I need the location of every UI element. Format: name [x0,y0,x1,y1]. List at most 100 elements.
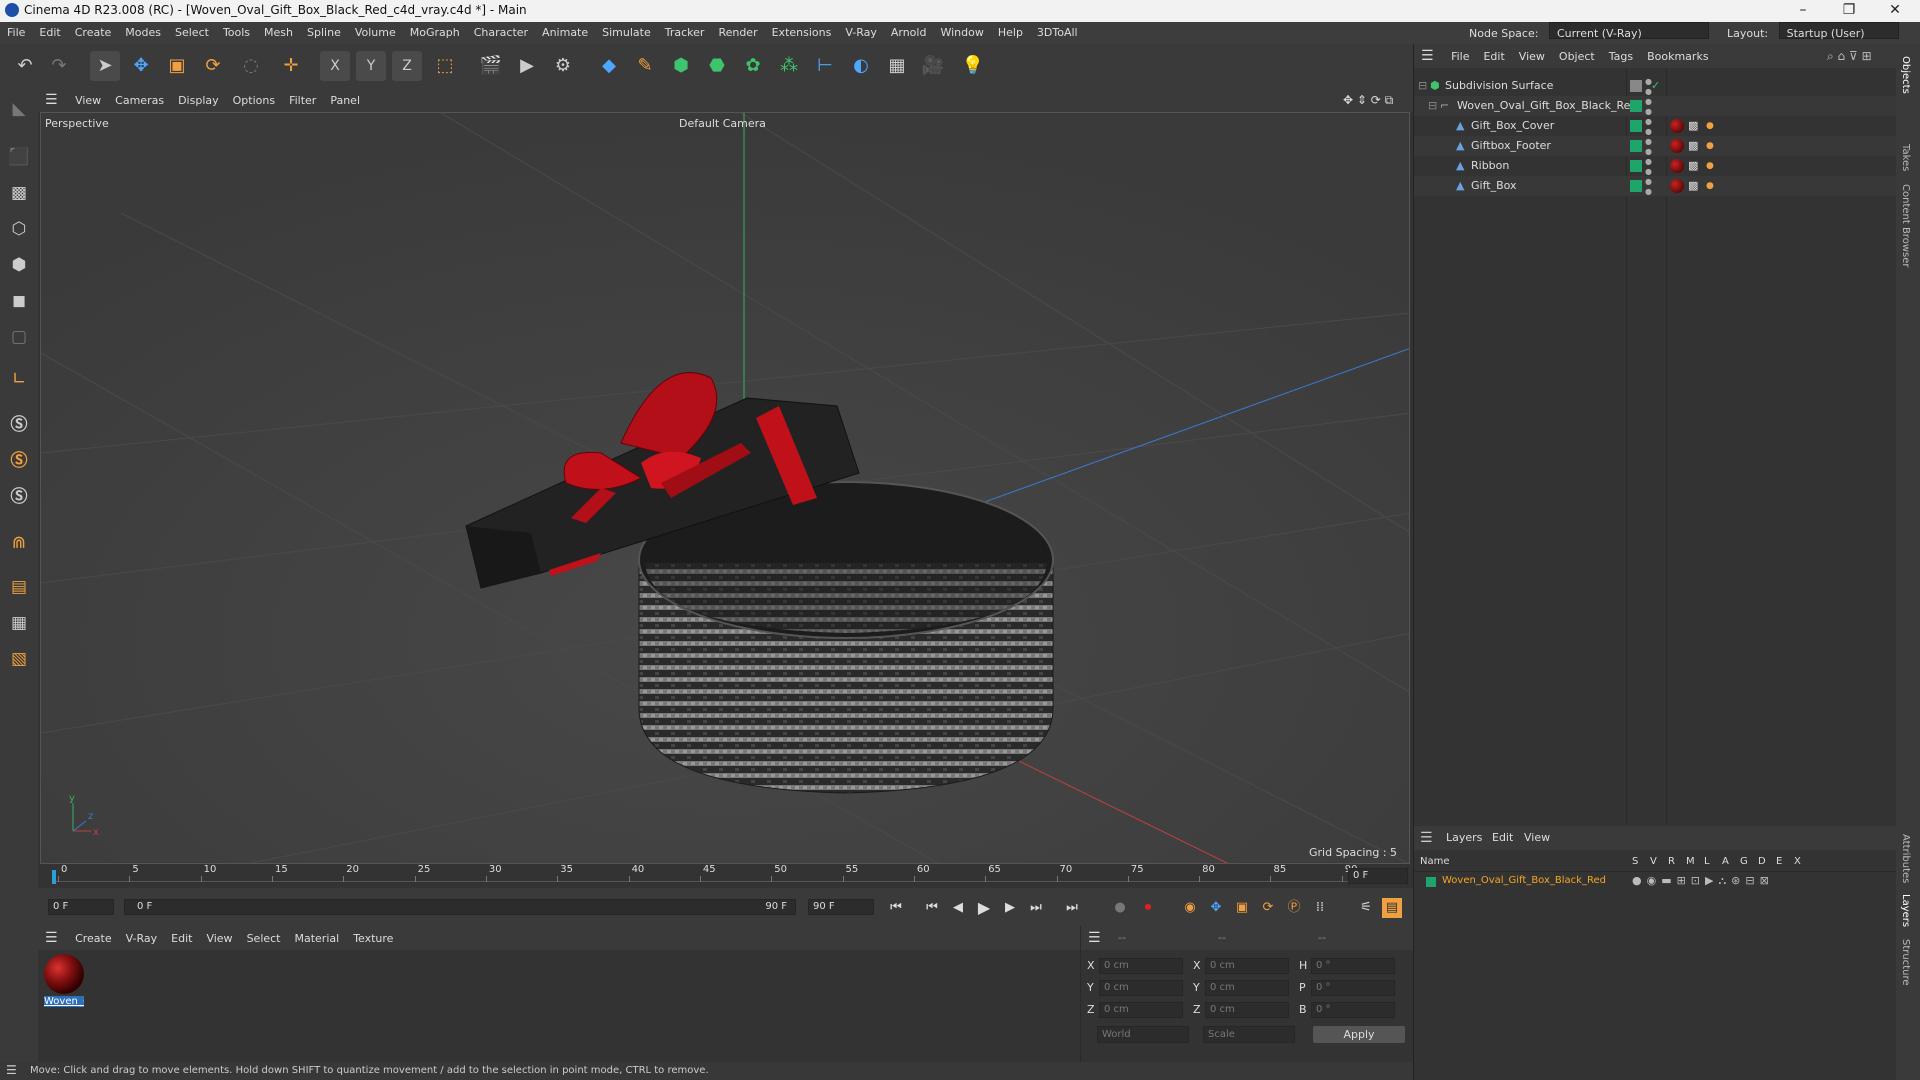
keyframe-selection-icon[interactable]: ◉ [1180,898,1200,918]
layer-toggle-icons[interactable]: ●◉▬⊞⊡▶⛬⊛⊟⊠ [1632,874,1774,888]
enabled-check-icon[interactable]: ✓ [1651,76,1660,96]
viewport-hamburger-icon[interactable]: ☰ [38,88,65,112]
extrude-icon[interactable]: ⬣ [702,51,732,81]
viewport-menu-filter[interactable]: Filter [282,89,323,113]
menu-extensions[interactable]: Extensions [765,22,839,44]
floor-grid-icon[interactable]: ▤ [4,572,34,602]
coord-size-z-field[interactable]: 0 cm [1205,1002,1289,1018]
move-icon[interactable]: ✥ [126,51,156,81]
motion-icon[interactable]: ⚟ [1356,898,1376,918]
menu-spline[interactable]: Spline [300,22,348,44]
field-icon[interactable]: ◐ [846,51,876,81]
layer-menu-edit[interactable]: Edit [1492,826,1513,850]
maximize-button[interactable]: ❐ [1826,0,1872,22]
coord-pos-x-field[interactable]: 0 cm [1099,958,1183,974]
material-tag-icon[interactable] [1670,119,1684,133]
key-position-icon[interactable]: ✥ [1206,898,1226,918]
pen-icon[interactable]: ✎ [630,51,660,81]
menu-select[interactable]: Select [168,22,216,44]
layer-color-icon[interactable] [1630,100,1642,112]
mat-menu-material[interactable]: Material [288,927,347,951]
floor-icon[interactable]: ▦ [882,51,912,81]
first-frame-icon[interactable]: ⏮ [886,898,906,918]
collapse-icon[interactable]: ⊟ [1418,76,1427,96]
obj-menu-edit[interactable]: Edit [1476,45,1511,69]
layer-color-icon[interactable] [1426,877,1436,887]
last-frame-icon[interactable]: ⏭ [1062,898,1082,918]
mat-menu-view[interactable]: View [199,927,239,951]
magnet-icon[interactable]: ⋒ [4,528,34,558]
key-rotation-icon[interactable]: ⟳ [1258,898,1278,918]
material-tag-icon[interactable] [1670,139,1684,153]
tree-row-gift-box-cover[interactable]: ▲ Gift_Box_Cover ● ● ▩ ● [1414,116,1897,136]
menu-render[interactable]: Render [711,22,764,44]
current-frame-field[interactable]: 0 F [1348,868,1408,884]
layers-hamburger-icon[interactable]: ☰ [1420,826,1433,850]
mat-menu-edit[interactable]: Edit [164,927,199,951]
edge-mode-icon[interactable]: ⬢ [4,250,34,280]
workplane-icon[interactable]: ∟ [4,364,34,394]
menu-animate[interactable]: Animate [535,22,595,44]
edit-toggle-icon[interactable] [1630,80,1642,92]
close-button[interactable]: ✕ [1872,0,1918,22]
obj-menu-view[interactable]: View [1512,45,1552,69]
material-swatch[interactable]: Woven_( [44,954,84,1009]
uv-mode-icon[interactable]: ▢ [4,322,34,352]
coord-size-x-field[interactable]: 0 cm [1205,958,1289,974]
layer-color-icon[interactable] [1630,140,1642,152]
menu-window[interactable]: Window [933,22,990,44]
quantize-icon[interactable]: Ⓢ [4,482,34,512]
array-icon[interactable]: ⁂ [774,51,804,81]
deformer-icon[interactable]: ⊢ [810,51,840,81]
undo-icon[interactable]: ↶ [10,51,40,81]
render-region-icon[interactable]: 🎬 [476,51,506,81]
tree-row-woven-group[interactable]: ⊟ ⌐ Woven_Oval_Gift_Box_Black_Red ● ● [1414,96,1897,116]
y-axis-icon[interactable]: Y [356,51,386,81]
obj-search-icons[interactable]: ⌕ ⌂ ⊽ ⊞ [1820,44,1879,68]
layer-color-icon[interactable] [1630,120,1642,132]
layout-select[interactable]: Startup (User) [1778,22,1899,40]
texture-tag-icon[interactable]: ▩ [1688,116,1698,136]
mat-menu-texture[interactable]: Texture [346,927,400,951]
menu-3dtoall[interactable]: 3DToAll [1030,22,1085,44]
menu-arnold[interactable]: Arnold [884,22,934,44]
menu-mograph[interactable]: MoGraph [403,22,467,44]
snap-settings-icon[interactable]: Ⓢ [4,446,34,476]
rotate-icon[interactable]: ⟳ [198,51,228,81]
texture-tag-icon[interactable]: ▩ [1688,156,1698,176]
coord-mode-select[interactable]: Scale [1203,1026,1295,1043]
grid-icon[interactable]: ▦ [4,608,34,638]
menu-simulate[interactable]: Simulate [595,22,658,44]
obj-menu-object[interactable]: Object [1552,45,1602,69]
coords-hamburger-icon[interactable]: ☰ [1081,926,1108,950]
z-axis-icon[interactable]: Z [392,51,422,81]
transform-icon[interactable]: ✛ [276,51,306,81]
obj-menu-bookmarks[interactable]: Bookmarks [1640,45,1715,69]
polygon-mode-icon[interactable]: ◼ [4,286,34,316]
collapse-icon[interactable]: ⊟ [1428,96,1437,116]
viewport-menu-view[interactable]: View [68,89,108,113]
visibility-dots-icon[interactable]: ● ● [1645,177,1652,197]
menu-create[interactable]: Create [68,22,119,44]
select-icon[interactable]: ➤ [90,51,120,81]
status-menu-icon[interactable]: ☰ [6,1063,17,1077]
obj-menu-tags[interactable]: Tags [1602,45,1640,69]
light-icon[interactable]: 💡 [958,51,988,81]
next-key-icon[interactable]: ⏭ [1026,898,1046,918]
viewport-menu-cameras[interactable]: Cameras [108,89,171,113]
visibility-dots-icon[interactable]: ● ● [1645,97,1652,117]
coord-size-y-field[interactable]: 0 cm [1205,980,1289,996]
minimize-button[interactable]: – [1780,0,1826,22]
record-keys-icon[interactable]: ● [1110,898,1130,918]
viewport-nav-icons[interactable]: ✥ ⇕ ⟳ ⧉ [1336,88,1400,112]
render-view-icon[interactable]: ▶ [512,51,542,81]
playhead[interactable] [52,870,56,884]
tree-row-giftbox-footer[interactable]: ▲ Giftbox_Footer ● ● ▩ ● [1414,136,1897,156]
material-hamburger-icon[interactable]: ☰ [38,926,65,950]
lasso-icon[interactable]: ◌ [236,51,266,81]
tree-row-ribbon[interactable]: ▲ Ribbon ● ● ▩ ● [1414,156,1897,176]
key-pla-icon[interactable]: ⁞⁞ [1310,898,1330,918]
grid-settings-icon[interactable]: ▧ [4,644,34,674]
end-frame-field[interactable]: 90 F [808,899,874,915]
frame-range-slider[interactable]: 0 F 90 F [124,899,796,915]
